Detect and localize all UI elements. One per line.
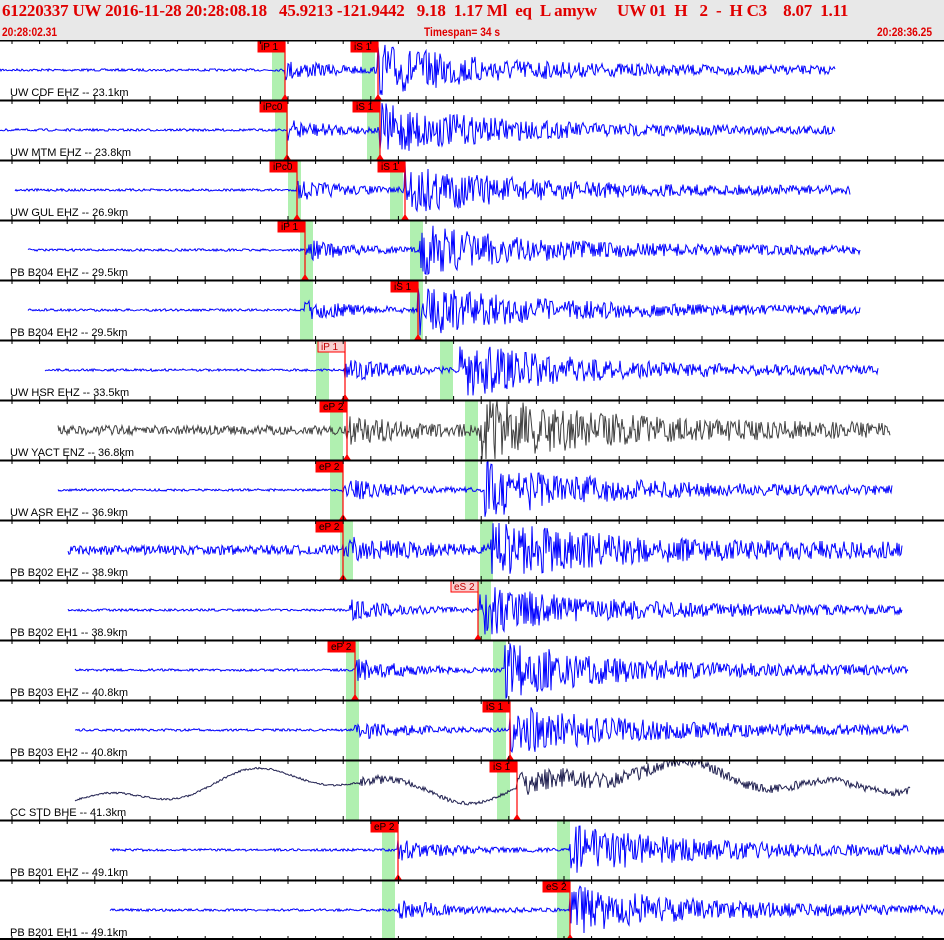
waveform [109, 885, 944, 934]
trace-row[interactable]: iP 1 UW HSR EHZ -- 33.5km [0, 339, 944, 400]
pick-label: iP 1 [281, 222, 298, 233]
start-time: 20:28:02.31 [2, 25, 58, 39]
pick-marker [341, 394, 349, 400]
station-label: PB B201 EHZ -- 49.1km [10, 867, 128, 879]
pick-label: eP 2 [331, 642, 352, 653]
trace-row[interactable]: eS 2 PB B202 EH1 -- 38.9km [0, 579, 944, 640]
pick-label: eS 2 [454, 582, 475, 593]
pick-window [440, 340, 453, 400]
trace-row[interactable]: iS 1 CC STD BHE -- 41.3km [0, 759, 944, 820]
station-label: UW ASR EHZ -- 36.9km [10, 507, 128, 519]
trace-row[interactable]: iP 1 iS 1 UW CDF EHZ -- 23.1km [0, 40, 944, 100]
waveform [110, 825, 944, 873]
station-label: UW HSR EHZ -- 33.5km [10, 387, 129, 399]
waveform [44, 346, 879, 396]
pick-label: eP 2 [319, 462, 340, 473]
station-label: CC STD BHE -- 41.3km [10, 807, 126, 819]
pick-label: eP 2 [319, 522, 340, 533]
pick-label: iS 1 [394, 282, 412, 293]
pick-marker [343, 454, 351, 460]
trace-row[interactable]: eS 2PB B201 EH1 -- 49.1km [0, 879, 944, 940]
station-label: PB B204 EH2 -- 29.5km [10, 327, 127, 339]
station-label: UW YACT ENZ -- 36.8km [10, 447, 134, 459]
pick-label: iS 1 [493, 762, 511, 773]
station-label: UW CDF EHZ -- 23.1km [10, 87, 129, 99]
station-label: PB B202 EH1 -- 38.9km [10, 627, 127, 639]
trace-row[interactable]: eP 2 PB B202 EHZ -- 38.9km [0, 519, 944, 580]
pick-label: eP 2 [374, 822, 395, 833]
pick-label: iP 1 [261, 42, 278, 53]
pick-label: iP 1 [321, 342, 338, 353]
station-label: PB B203 EHZ -- 40.8km [10, 687, 128, 699]
pick-window [346, 760, 359, 820]
station-label: UW GUL EHZ -- 26.9km [10, 207, 128, 219]
timespan: Timespan= 34 s [424, 25, 501, 39]
waveform [74, 643, 909, 699]
station-label: PB B203 EH2 -- 40.8km [10, 747, 127, 759]
waveform [0, 103, 836, 151]
trace-row[interactable]: eP 2 PB B201 EHZ -- 49.1km [0, 819, 944, 880]
trace-row[interactable]: eP 2 PB B203 EHZ -- 40.8km [0, 639, 944, 700]
end-time: 20:28:36.25 [877, 25, 933, 39]
pick-label: iS 1 [354, 42, 372, 53]
waveform [27, 225, 861, 276]
waveform [74, 707, 909, 753]
pick-label: iPc0 [273, 162, 293, 173]
pick-label: eP 2 [323, 402, 344, 413]
trace-row[interactable]: eP 2 UW ASR EHZ -- 36.9km [0, 459, 944, 520]
trace-row[interactable]: iPc0 iS 1 UW GUL EHZ -- 26.9km [0, 159, 944, 220]
trace-row[interactable]: iP 1 PB B204 EHZ -- 29.5km [0, 219, 944, 280]
waveform [14, 163, 851, 213]
station-label: PB B202 EHZ -- 38.9km [10, 567, 128, 579]
pick-marker [513, 814, 521, 820]
seismogram-panel[interactable]: iP 1 iS 1UW CDF EHZ -- 23.1kmiPc0 iS 1UW M… [0, 40, 944, 940]
pick-label: iPc0 [263, 102, 283, 113]
station-label: UW MTM EHZ -- 23.8km [10, 147, 131, 159]
pick-marker [506, 754, 514, 760]
trace-row[interactable]: eP 2 UW YACT ENZ -- 36.8km [0, 399, 944, 460]
waveform [27, 287, 861, 336]
pick-marker [374, 94, 382, 100]
station-label: PB B201 EH1 -- 49.1km [10, 927, 127, 939]
trace-row[interactable]: iS 1 PB B203 EH2 -- 40.8km [0, 699, 944, 760]
pick-label: iS 1 [381, 162, 399, 173]
event-header: 61220337 UW 2016-11-28 20:28:08.18 45.92… [0, 0, 944, 40]
station-label: PB B204 EHZ -- 29.5km [10, 267, 128, 279]
event-summary: 61220337 UW 2016-11-28 20:28:08.18 45.92… [2, 1, 849, 20]
trace-row[interactable]: iS 1 PB B204 EH2 -- 29.5km [0, 279, 944, 340]
pick-label: iS 1 [486, 702, 504, 713]
trace-row[interactable]: iPc0 iS 1UW MTM EHZ -- 23.8km [0, 99, 944, 160]
